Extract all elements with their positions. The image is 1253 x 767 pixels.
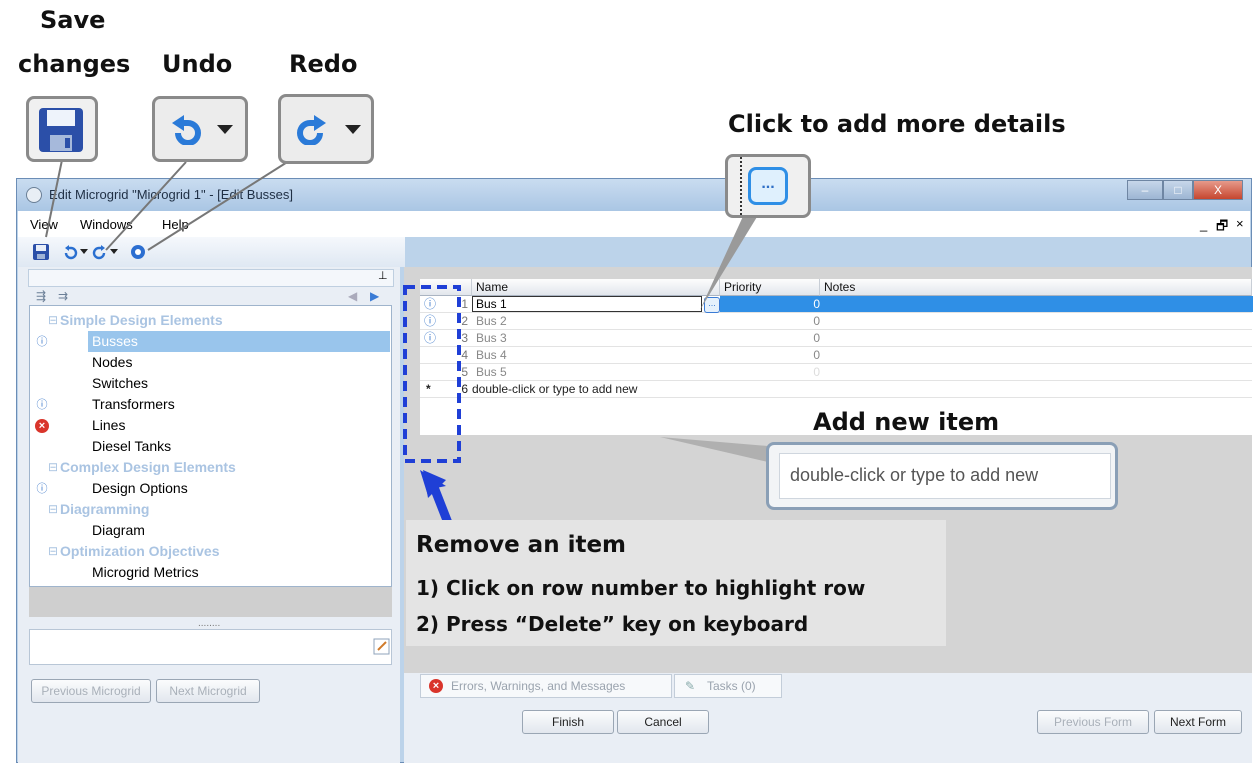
ellipsis-icon: ... bbox=[748, 167, 788, 205]
save-icon bbox=[39, 108, 83, 152]
add-new-preview: double-click or type to add new bbox=[779, 453, 1111, 499]
chevron-down-icon bbox=[217, 125, 233, 134]
redo-callout bbox=[278, 94, 374, 164]
undo-leader-line bbox=[105, 161, 187, 251]
undo-icon bbox=[172, 115, 201, 145]
add-leader-line bbox=[660, 437, 768, 462]
remove-callout: Remove an item 1) Click on row number to… bbox=[406, 520, 946, 646]
save-callout bbox=[26, 96, 98, 162]
chevron-down-icon bbox=[345, 125, 361, 134]
add-new-preview-text: double-click or type to add new bbox=[790, 465, 1039, 485]
redo-leader-line bbox=[147, 153, 301, 251]
undo-callout bbox=[152, 96, 248, 162]
save-leader-line bbox=[45, 159, 63, 238]
details-callout: ... bbox=[725, 154, 811, 218]
details-leader-line bbox=[700, 212, 760, 310]
remove-step-2: 2) Press “Delete” key on keyboard bbox=[416, 612, 809, 636]
add-annotation-title: Add new item bbox=[813, 408, 1000, 436]
redo-icon bbox=[297, 115, 326, 145]
add-new-callout: double-click or type to add new bbox=[766, 442, 1118, 510]
remove-step-1: 1) Click on row number to highlight row bbox=[416, 576, 866, 600]
focus-dotted-line bbox=[740, 157, 744, 215]
row-number-highlight-box bbox=[403, 285, 461, 463]
remove-annotation-title: Remove an item bbox=[416, 532, 627, 558]
